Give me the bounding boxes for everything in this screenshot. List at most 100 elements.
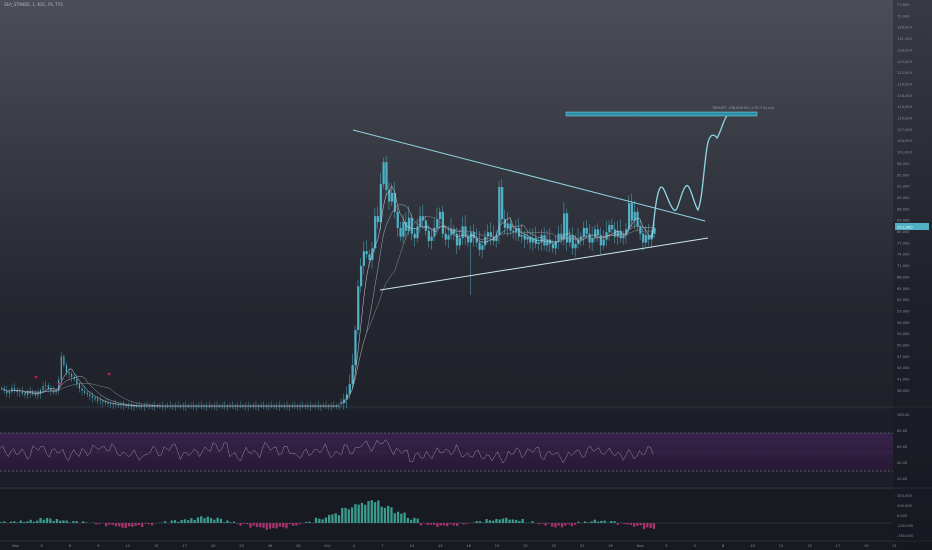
time-tick-label: 21: [892, 544, 897, 548]
price-tick-label: 101,000: [897, 151, 913, 155]
macd-bar: [246, 523, 249, 525]
price-tick-label: 47,000: [897, 355, 910, 359]
candle-body: [574, 243, 577, 249]
price-tick-label: 77,800: [897, 3, 910, 7]
macd-bar: [357, 504, 360, 523]
time-tick-label: Nov: [637, 544, 645, 548]
macd-bar: [387, 505, 390, 523]
candle-body: [419, 216, 422, 227]
macd-bar: [282, 523, 285, 528]
macd-bar: [488, 520, 492, 523]
macd-bar: [52, 520, 55, 523]
macd-bar: [114, 523, 118, 527]
time-tick-label: 25: [552, 544, 557, 548]
time-tick-label: Oct: [324, 544, 331, 548]
macd-bar: [59, 520, 62, 523]
time-tick-label: 12: [779, 544, 784, 548]
macd-bar: [219, 518, 223, 523]
candle-body: [622, 235, 625, 239]
candle-body: [63, 356, 65, 366]
macd-bar: [134, 523, 137, 526]
macd-bar: [0, 522, 3, 523]
candle-body: [639, 226, 642, 234]
macd-bar: [55, 518, 59, 523]
candle-body: [447, 235, 450, 240]
chart-stage[interactable]: TARGET: 138,000.00 (+37.7%) n/a 101,000 …: [0, 0, 932, 550]
macd-bar: [111, 523, 114, 525]
price-tick-label: 136,000: [897, 26, 913, 30]
candle-body: [76, 379, 78, 385]
candle-body: [413, 233, 416, 239]
time-tick-label: 26: [268, 544, 273, 548]
chart-svg[interactable]: TARGET: 138,000.00 (+37.7%) n/a 101,000 …: [0, 0, 932, 550]
candle-body: [120, 404, 122, 406]
macd-bar: [616, 523, 619, 525]
macd-bar: [587, 522, 590, 523]
macd-bar: [350, 507, 354, 523]
price-tick-label: 116,000: [897, 94, 913, 98]
macd-bar: [495, 518, 498, 523]
macd-bar: [324, 517, 328, 523]
macd-bar: [9, 521, 13, 523]
candle-body: [608, 224, 611, 233]
macd-bar: [429, 523, 432, 525]
candle-body: [50, 388, 52, 391]
price-tick-label: 107,000: [897, 128, 913, 132]
macd-bar: [511, 519, 514, 523]
candle-body: [340, 403, 343, 404]
candle-body: [8, 391, 10, 394]
macd-bar: [400, 513, 403, 523]
macd-bar: [252, 523, 255, 526]
candle-body: [501, 187, 504, 220]
macd-bar: [62, 520, 65, 523]
price-tick-label: 68,000: [897, 275, 910, 279]
candle-body: [107, 403, 109, 404]
macd-bar: [613, 521, 616, 523]
candle-body: [71, 373, 73, 377]
macd-bar: [150, 523, 154, 526]
time-tick-label: 12: [126, 544, 131, 548]
candle-body: [582, 227, 586, 237]
macd-bar: [239, 523, 242, 526]
macd-bar: [262, 523, 265, 528]
macd-bar: [259, 523, 262, 528]
macd-bar: [39, 517, 42, 523]
price-tick-label: 62,000: [897, 298, 910, 302]
time-tick-label: 17: [836, 544, 841, 548]
macd-bar: [383, 507, 387, 523]
candle-body: [464, 226, 467, 237]
macd-bar: [255, 523, 259, 528]
candle-body: [84, 390, 86, 393]
macd-bar: [633, 523, 636, 527]
price-tick-label: 110,000: [897, 117, 913, 121]
candle-body: [588, 233, 591, 243]
candle-body: [551, 243, 555, 249]
candle-body: [357, 286, 360, 331]
macd-bar: [118, 523, 121, 527]
macd-bar: [16, 522, 19, 523]
macd-bar: [478, 521, 482, 523]
macd-bar: [380, 506, 383, 523]
candle-body: [125, 405, 127, 407]
candle-body: [512, 230, 515, 233]
candle-body: [543, 235, 546, 246]
candle-body: [453, 229, 456, 234]
time-tick-label: 13: [438, 544, 443, 548]
candle-body: [99, 400, 101, 402]
macd-bar: [541, 523, 544, 524]
macd-bar: [344, 507, 347, 523]
candle-body: [444, 233, 447, 240]
time-tick-label: 27: [580, 544, 585, 548]
candle-body: [368, 254, 371, 260]
macd-bar: [446, 523, 449, 527]
macd-bar: [436, 523, 439, 527]
candle-body: [94, 397, 96, 400]
time-tick-label: 16: [466, 544, 471, 548]
candle-body: [478, 242, 481, 250]
candle-body: [636, 211, 639, 227]
macd-tick-label: -350.000: [897, 534, 914, 538]
candle-body: [122, 405, 125, 406]
macd-bar: [455, 523, 459, 526]
macd-bar: [570, 523, 574, 527]
candle-body: [424, 220, 428, 231]
